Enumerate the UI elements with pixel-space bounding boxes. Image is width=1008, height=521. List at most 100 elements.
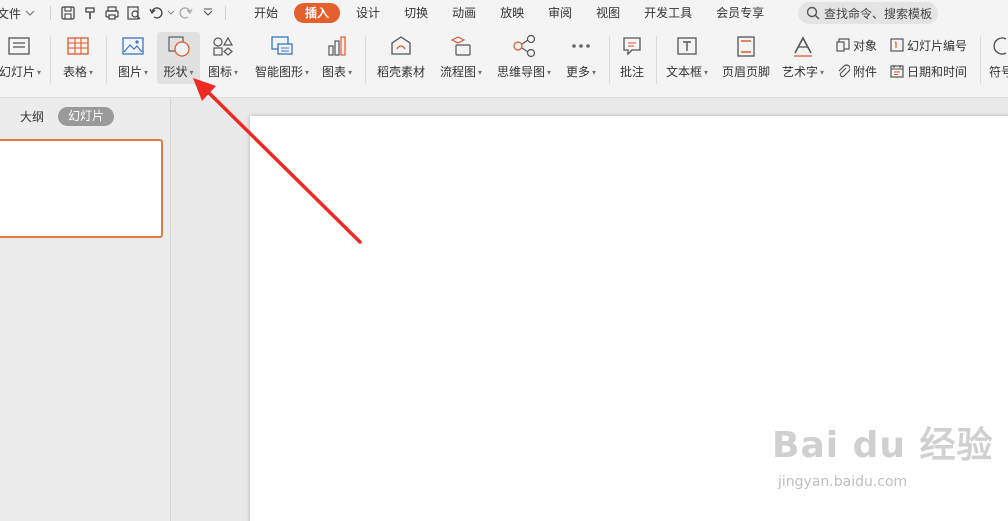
smartart-icon (268, 32, 296, 60)
insert-smartart-button[interactable]: 智能图形 ▾ (251, 32, 313, 84)
slides-tab[interactable]: 幻灯片 (58, 107, 115, 126)
paperclip-icon (838, 64, 850, 78)
attachment-label: 附件 (853, 64, 878, 79)
more-button[interactable]: 更多 ▾ (562, 32, 600, 84)
picture-icon (121, 32, 145, 60)
slide-thumbnail[interactable] (0, 139, 163, 238)
insert-shape-button[interactable]: 形状 ▾ (157, 32, 200, 84)
new-slide-icon (7, 32, 33, 60)
chart-label: 图表 (321, 65, 346, 79)
watermark-brand: Bai du 经验 (772, 425, 994, 466)
menu-bar: 文件 开始 插入 设计 切换 动画 放映 审阅 视图 开发工具 会员专享 查找命… (0, 0, 1008, 26)
file-menu-label: 文件 (0, 6, 22, 21)
tab-slideshow[interactable]: 放映 (488, 3, 536, 23)
more-icon (569, 32, 593, 60)
symbol-label: 符号 (989, 65, 1008, 79)
material-icon (388, 32, 414, 60)
chevron-down-icon (25, 10, 35, 16)
separator (656, 36, 657, 84)
chevron-down-icon[interactable] (167, 9, 175, 17)
comment-icon (620, 32, 644, 60)
wordart-label: 艺术字 (781, 65, 818, 79)
mindmap-button[interactable]: 思维导图 ▾ (495, 32, 553, 84)
attachment-button[interactable]: 附件 (836, 60, 877, 82)
header-footer-icon (734, 32, 758, 60)
calendar-icon (890, 65, 904, 78)
tab-view[interactable]: 视图 (584, 3, 632, 23)
separator (365, 36, 366, 84)
tab-insert[interactable]: 插入 (294, 3, 341, 23)
textbox-icon (675, 32, 699, 60)
tab-developer[interactable]: 开发工具 (632, 3, 704, 23)
material-button[interactable]: 稻壳素材 (374, 32, 428, 84)
symbol-icon (986, 32, 1008, 60)
comment-button[interactable]: 批注 (616, 32, 648, 84)
slide-number-button[interactable]: 幻灯片编号 (890, 34, 967, 56)
table-label: 表格 (62, 65, 87, 79)
more-label: 更多 (565, 65, 590, 79)
flowchart-button[interactable]: 流程图 ▾ (437, 32, 485, 84)
flowchart-label: 流程图 (439, 65, 476, 79)
new-slide-button[interactable]: 幻灯片 ▾ (0, 32, 44, 84)
object-icon (836, 38, 850, 52)
ribbon-tabs: 开始 插入 设计 切换 动画 放映 审阅 视图 开发工具 会员专享 (242, 3, 776, 23)
textbox-label: 文本框 (665, 65, 702, 79)
insert-table-button[interactable]: 表格 ▾ (58, 32, 98, 84)
tab-review[interactable]: 审阅 (536, 3, 584, 23)
search-placeholder: 查找命令、搜索模板 (824, 6, 933, 21)
mindmap-label: 思维导图 (496, 65, 545, 79)
separator (225, 6, 227, 20)
print-icon[interactable] (101, 2, 123, 24)
watermark-url: jingyan.baidu.com (778, 474, 908, 490)
object-button[interactable]: 对象 (836, 34, 877, 56)
command-search[interactable]: 查找命令、搜索模板 (798, 2, 938, 24)
separator (106, 36, 107, 84)
date-time-label: 日期和时间 (907, 64, 968, 79)
header-footer-label: 页眉页脚 (721, 65, 770, 79)
tab-animations[interactable]: 动画 (440, 3, 488, 23)
customize-toolbar-icon[interactable] (197, 2, 219, 24)
insert-picture-button[interactable]: 图片 ▾ (114, 32, 152, 84)
object-label: 对象 (853, 38, 878, 53)
chart-icon (325, 32, 349, 60)
picture-label: 图片 (117, 65, 142, 79)
slides-panel: 大纲 幻灯片 (0, 98, 171, 521)
separator (609, 36, 610, 84)
date-time-button[interactable]: 日期和时间 (890, 60, 967, 82)
separator (980, 36, 981, 84)
quick-access-toolbar (44, 2, 232, 24)
undo-icon[interactable] (145, 2, 167, 24)
slide-number-label: 幻灯片编号 (907, 38, 968, 53)
comment-label: 批注 (619, 65, 644, 79)
mindmap-icon (511, 32, 537, 60)
smartart-label: 智能图形 (254, 65, 303, 79)
watermark: Bai du 经验 jingyan.baidu.com (772, 416, 1002, 516)
tab-home[interactable]: 开始 (242, 3, 290, 23)
file-menu[interactable]: 文件 (0, 0, 36, 26)
wordart-button[interactable]: 艺术字 ▾ (779, 32, 827, 84)
separator (50, 36, 51, 84)
icons-gallery-icon (211, 32, 235, 60)
wordart-icon (791, 32, 815, 60)
symbol-button[interactable]: 符号 (986, 32, 1008, 84)
table-icon (66, 32, 90, 60)
tab-design[interactable]: 设计 (344, 3, 392, 23)
tab-member[interactable]: 会员专享 (704, 3, 776, 23)
shape-icon (166, 32, 192, 60)
redo-icon[interactable] (175, 2, 197, 24)
new-slide-label: 幻灯片 (0, 65, 35, 79)
ribbon-insert: 幻灯片 ▾ 表格 ▾ 图片 ▾ 形状 ▾ 图标 ▾ 智能图形 ▾ 图表 ▾ 稻壳… (0, 26, 1008, 98)
header-footer-button[interactable]: 页眉页脚 (720, 32, 772, 84)
insert-chart-button[interactable]: 图表 ▾ (318, 32, 356, 84)
save-icon[interactable] (57, 2, 79, 24)
flowchart-icon (448, 32, 474, 60)
print-preview-icon[interactable] (123, 2, 145, 24)
insert-icon-button[interactable]: 图标 ▾ (204, 32, 242, 84)
search-icon (806, 6, 820, 20)
outline-tab[interactable]: 大纲 (20, 108, 44, 125)
material-label: 稻壳素材 (376, 65, 425, 79)
tab-transitions[interactable]: 切换 (392, 3, 440, 23)
textbox-button[interactable]: 文本框 ▾ (663, 32, 711, 84)
separator (50, 6, 52, 20)
format-painter-icon[interactable] (79, 2, 101, 24)
